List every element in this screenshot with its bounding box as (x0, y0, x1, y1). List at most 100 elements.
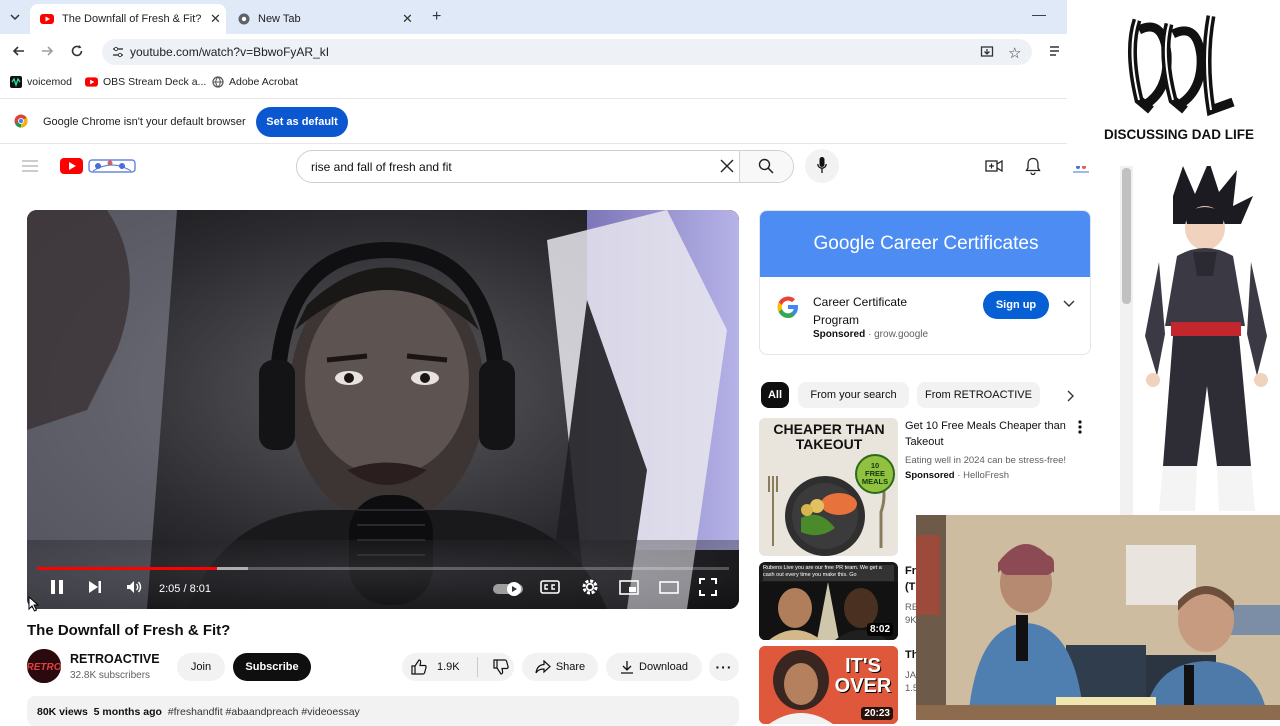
more-actions-button[interactable]: ··· (709, 653, 739, 681)
miniplayer-button[interactable] (619, 578, 639, 596)
tab-active-youtube[interactable]: The Downfall of Fresh & Fit? - Y ✕ (30, 4, 226, 34)
settings-gear-icon[interactable] (581, 578, 599, 596)
video-player[interactable]: 2:05 / 8:01 (27, 210, 739, 609)
bookmark-star-icon[interactable]: ☆ (1008, 44, 1021, 62)
recommendation-title[interactable]: Get 10 Free Meals Cheaper than Takeout (905, 418, 1077, 450)
channel-logo-mark: RETRO (27, 662, 61, 673)
search-box: rise and fall of fresh and fit (296, 150, 794, 183)
chevron-right-icon[interactable] (1067, 390, 1075, 402)
channel-name[interactable]: RETROACTIVE (70, 652, 160, 666)
ad-sponsor-line: Sponsored · grow.google (813, 329, 929, 340)
chip-from-retroactive[interactable]: From RETROACTIVE (917, 382, 1040, 408)
youtube-logo-icon[interactable] (60, 157, 138, 175)
page-scrollbar[interactable] (1120, 166, 1133, 520)
ddl-monogram-logo (1128, 15, 1235, 117)
clear-search-icon[interactable] (719, 158, 735, 174)
autoplay-toggle[interactable] (493, 582, 523, 596)
bookmark-voicemod[interactable]: voicemod (10, 76, 72, 88)
captions-button[interactable] (540, 578, 560, 596)
search-input[interactable]: rise and fall of fresh and fit (311, 160, 452, 174)
address-bar[interactable]: youtube.com/watch?v=BbwoFyAR_kI ☆ (102, 39, 1032, 65)
title-line-1: Fr (905, 565, 916, 577)
next-video-button[interactable] (87, 578, 103, 596)
progress-bar[interactable] (37, 567, 729, 570)
webcam-video-image (916, 515, 1280, 720)
youtube-favicon-icon (85, 77, 98, 87)
tab-new-tab[interactable]: New Tab ✕ (230, 4, 420, 34)
bookmark-label: voicemod (27, 76, 72, 88)
channel-avatar[interactable]: RETRO (27, 649, 61, 683)
menu-icon[interactable] (22, 160, 38, 172)
theater-mode-button[interactable] (659, 578, 679, 596)
free-meals-badge: 10 FREE MEALS (855, 454, 895, 494)
description-box[interactable]: 80K views 5 months ago #freshandfit #aba… (27, 696, 739, 726)
subscribe-button[interactable]: Subscribe (233, 653, 311, 681)
video-frame (27, 210, 739, 609)
voicemod-icon (10, 76, 22, 88)
scrollbar-thumb[interactable] (1122, 168, 1131, 304)
thumbs-up-icon (411, 659, 427, 675)
recommendation-thumbnail[interactable]: CHEAPER THAN TAKEOUT 10 FREE MEALS (759, 418, 898, 556)
thumbs-down-icon[interactable] (493, 659, 509, 675)
sponsored-label: Sponsored (813, 329, 866, 340)
set-default-button[interactable]: Set as default (256, 107, 348, 137)
voice-search-button[interactable] (805, 149, 839, 183)
back-icon[interactable] (12, 44, 26, 58)
fullscreen-button[interactable] (699, 578, 717, 596)
hashtags[interactable]: #freshandfit #abaandpreach #videoessay (168, 706, 360, 718)
youtube-favicon-icon (40, 14, 54, 24)
bookmark-adobe[interactable]: Adobe Acrobat (212, 76, 298, 88)
reload-icon[interactable] (70, 44, 84, 58)
recommendation-thumbnail[interactable]: IT'S OVER 20:23 (759, 646, 898, 724)
bookmark-label: OBS Stream Deck a... (103, 76, 207, 88)
like-button[interactable]: 1.9K (411, 659, 460, 675)
bookmark-obs[interactable]: OBS Stream Deck a... (85, 76, 206, 88)
recommendation-sponsor: Sponsored · HelloFresh (905, 470, 1010, 481)
pause-button[interactable] (49, 578, 65, 596)
sponsored-ad-card[interactable]: Google Career Certificates Career Certif… (759, 210, 1091, 355)
like-divider (476, 657, 478, 677)
reading-list-icon[interactable] (1048, 44, 1062, 58)
join-button[interactable]: Join (177, 653, 225, 681)
google-logo-icon (775, 294, 801, 320)
download-button[interactable]: Download (606, 653, 702, 681)
upload-age: 5 months ago (93, 706, 162, 718)
anime-character-image (1145, 166, 1268, 511)
description-meta: 80K views 5 months ago #freshandfit #aba… (37, 706, 360, 718)
share-button[interactable]: Share (522, 653, 598, 681)
more-vertical-icon[interactable] (1078, 420, 1082, 434)
ad-banner: Google Career Certificates (760, 211, 1090, 277)
tab-close-icon[interactable]: ✕ (210, 11, 221, 27)
ad-signup-button[interactable]: Sign up (983, 291, 1049, 319)
microphone-icon (817, 157, 827, 174)
volume-button[interactable] (125, 578, 143, 596)
infobar-message: Google Chrome isn't your default browser (43, 116, 246, 128)
recommendation-thumbnail[interactable]: Rubens Live you are our free PR team. We… (759, 562, 898, 640)
tab-strip: The Downfall of Fresh & Fit? - Y ✕ New T… (0, 0, 1067, 34)
tab-close-icon[interactable]: ✕ (402, 11, 413, 27)
recommendation-title-fragment[interactable]: Fr (T (905, 563, 916, 595)
install-app-icon[interactable] (980, 45, 994, 59)
search-button[interactable] (739, 151, 793, 182)
browser-window: The Downfall of Fresh & Fit? - Y ✕ New T… (0, 0, 1067, 145)
site-info-icon[interactable] (112, 46, 124, 58)
time-display: 2:05 / 8:01 (159, 583, 211, 595)
webcam-overlay (916, 515, 1280, 720)
chip-all[interactable]: All (761, 382, 789, 408)
notifications-bell-icon[interactable] (1025, 157, 1041, 175)
chip-from-your-search[interactable]: From your search (798, 382, 909, 408)
new-tab-icon[interactable]: + (432, 8, 441, 26)
forward-icon[interactable] (40, 44, 54, 58)
minimize-icon[interactable]: — (1032, 6, 1046, 22)
title-line-2: (T (905, 581, 916, 593)
view-count: 80K views (37, 706, 88, 718)
like-dislike-group: 1.9K (402, 653, 514, 681)
default-browser-infobar: Google Chrome isn't your default browser… (0, 98, 1067, 144)
tab-search-icon[interactable] (9, 11, 21, 23)
bookmark-label: Adobe Acrobat (229, 76, 298, 88)
download-icon (620, 660, 634, 674)
search-icon (758, 158, 774, 174)
chevron-down-icon[interactable] (1063, 300, 1075, 308)
create-video-icon[interactable] (985, 158, 1003, 174)
bookmarks-bar: voicemod OBS Stream Deck a... Adobe Acro… (0, 70, 1067, 96)
